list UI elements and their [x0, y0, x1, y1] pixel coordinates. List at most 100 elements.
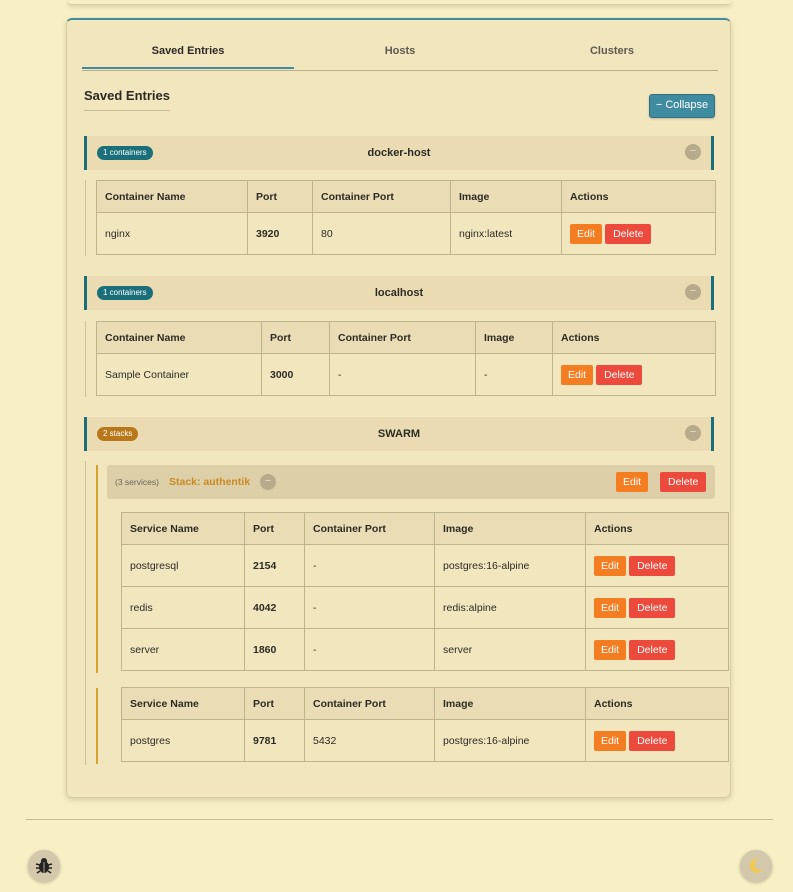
section-title: Saved Entries: [84, 88, 170, 111]
column-header: Container Port: [312, 180, 451, 213]
image: -: [475, 353, 553, 396]
collapse-toggle-icon[interactable]: −: [685, 425, 701, 441]
cluster-header-swarm[interactable]: 2 stacks SWARM −: [84, 417, 714, 451]
column-header: Container Port: [304, 687, 435, 720]
table-row: redis 4042 - redis:alpine Edit Delete: [121, 586, 729, 629]
saved-entries-card: Saved Entries Hosts Clusters Saved Entri…: [66, 18, 731, 798]
host-header-docker-host[interactable]: 1 containers docker-host −: [84, 136, 714, 170]
cluster-body-swarm: (3 services) Stack: authentik − Edit Del…: [85, 461, 729, 765]
stack-edit-button[interactable]: Edit: [616, 472, 649, 492]
stack-indicator-line: [96, 688, 98, 764]
stack-header-authentik[interactable]: (3 services) Stack: authentik − Edit Del…: [107, 465, 715, 499]
port: 4042: [244, 586, 305, 629]
service-name: postgres: [121, 719, 245, 762]
tab-clusters[interactable]: Clusters: [506, 34, 718, 69]
services-count: (3 services): [115, 477, 159, 487]
containers-table: Container Name Port Container Port Image…: [96, 321, 716, 396]
container-port: -: [304, 628, 435, 671]
column-header: Image: [434, 687, 586, 720]
image: server: [434, 628, 586, 671]
port: 2154: [244, 544, 305, 587]
tab-bar: Saved Entries Hosts Clusters: [82, 34, 718, 71]
delete-button[interactable]: Delete: [605, 223, 652, 244]
service-name: redis: [121, 586, 245, 629]
delete-button[interactable]: Delete: [629, 730, 676, 751]
column-header: Container Port: [304, 512, 435, 545]
column-header: Image: [475, 321, 553, 354]
column-header: Actions: [585, 687, 729, 720]
tab-saved-entries[interactable]: Saved Entries: [82, 34, 294, 69]
footer-divider: [26, 819, 773, 820]
actions-cell: Edit Delete: [585, 628, 729, 671]
actions-cell: Edit Delete: [561, 212, 716, 255]
stack-name: Stack: authentik: [169, 476, 251, 488]
host-name: docker-host: [367, 147, 431, 159]
delete-button[interactable]: Delete: [629, 597, 676, 618]
column-header: Actions: [552, 321, 716, 354]
tab-hosts[interactable]: Hosts: [294, 34, 506, 69]
theme-toggle-button[interactable]: [740, 850, 772, 882]
column-header: Actions: [585, 512, 729, 545]
edit-button[interactable]: Edit: [594, 730, 627, 751]
table-row: nginx 3920 80 nginx:latest Edit Delete: [96, 212, 716, 255]
container-name: nginx: [96, 212, 248, 255]
container-port: 5432: [304, 719, 435, 762]
moon-icon: [749, 858, 763, 873]
collapse-button[interactable]: − Collapse: [649, 94, 715, 118]
image: postgres:16-alpine: [434, 719, 586, 762]
column-header: Port: [244, 687, 305, 720]
port: 9781: [244, 719, 305, 762]
edit-button[interactable]: Edit: [570, 223, 603, 244]
collapse-toggle-icon[interactable]: −: [260, 474, 276, 490]
container-port: -: [304, 544, 435, 587]
host-body-localhost: Container Name Port Container Port Image…: [85, 321, 716, 397]
collapse-toggle-icon[interactable]: −: [685, 284, 701, 300]
services-table: Service Name Port Container Port Image A…: [121, 512, 729, 671]
delete-button[interactable]: Delete: [629, 555, 676, 576]
column-header: Service Name: [121, 687, 245, 720]
column-header: Port: [244, 512, 305, 545]
column-header: Port: [247, 180, 313, 213]
container-port: 80: [312, 212, 451, 255]
collapse-toggle-icon[interactable]: −: [685, 144, 701, 160]
column-header: Image: [450, 180, 562, 213]
column-header: Actions: [561, 180, 716, 213]
services-table: Service Name Port Container Port Image A…: [121, 687, 729, 762]
bug-icon: [35, 858, 53, 874]
edit-button[interactable]: Edit: [594, 597, 627, 618]
containers-table: Container Name Port Container Port Image…: [96, 180, 716, 255]
table-row: Sample Container 3000 - - Edit Delete: [96, 353, 716, 396]
stack-indicator-line: [96, 465, 98, 673]
host-body-docker-host: Container Name Port Container Port Image…: [85, 180, 716, 256]
table-row: postgresql 2154 - postgres:16-alpine Edi…: [121, 544, 729, 587]
cluster-name: SWARM: [377, 428, 421, 440]
image: redis:alpine: [434, 586, 586, 629]
table-row: postgres 9781 5432 postgres:16-alpine Ed…: [121, 719, 729, 762]
host-header-localhost[interactable]: 1 containers localhost −: [84, 276, 714, 310]
column-header: Port: [261, 321, 330, 354]
container-port: -: [304, 586, 435, 629]
column-header: Container Name: [96, 321, 262, 354]
bug-report-button[interactable]: [28, 850, 60, 882]
stack-delete-button[interactable]: Delete: [660, 472, 707, 492]
service-name: postgresql: [121, 544, 245, 587]
container-name: Sample Container: [96, 353, 262, 396]
actions-cell: Edit Delete: [585, 719, 729, 762]
edit-button[interactable]: Edit: [594, 639, 627, 660]
edit-button[interactable]: Edit: [594, 555, 627, 576]
image: nginx:latest: [450, 212, 562, 255]
actions-cell: Edit Delete: [585, 544, 729, 587]
image: postgres:16-alpine: [434, 544, 586, 587]
delete-button[interactable]: Delete: [629, 639, 676, 660]
edit-button[interactable]: Edit: [561, 364, 594, 385]
column-header: Container Name: [96, 180, 248, 213]
port: 3000: [261, 353, 330, 396]
service-name: server: [121, 628, 245, 671]
container-port: -: [329, 353, 476, 396]
column-header: Image: [434, 512, 586, 545]
port: 1860: [244, 628, 305, 671]
actions-cell: Edit Delete: [552, 353, 716, 396]
column-header: Container Port: [329, 321, 476, 354]
host-name: localhost: [374, 287, 424, 299]
delete-button[interactable]: Delete: [596, 364, 643, 385]
